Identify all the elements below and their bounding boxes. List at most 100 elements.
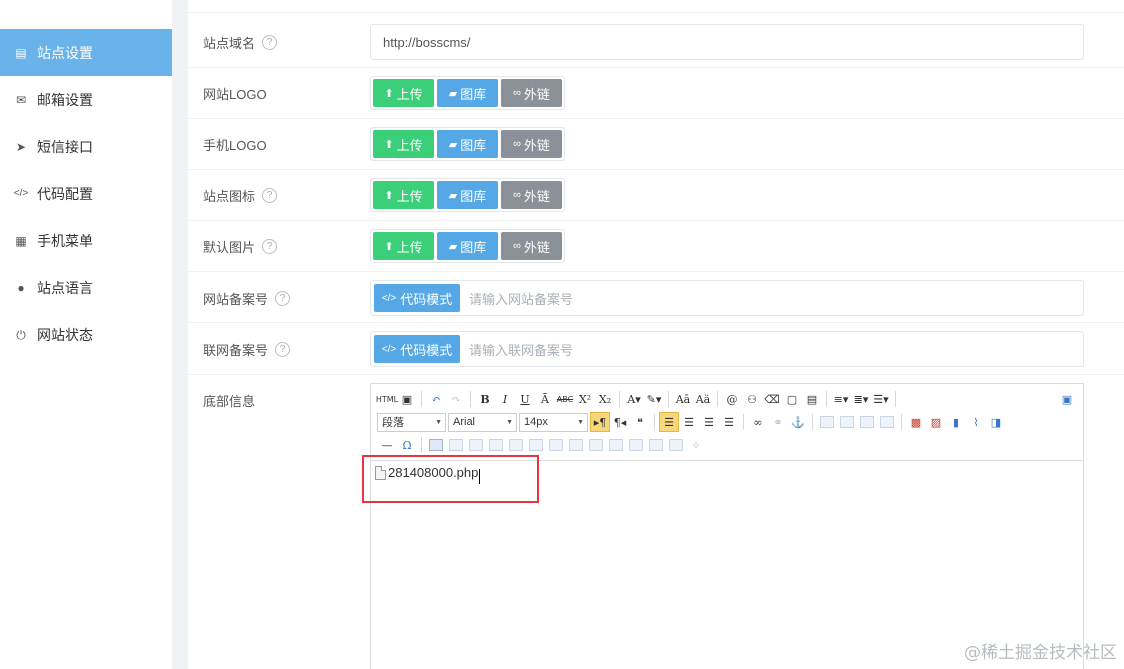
map-icon[interactable]: ◨ [986, 412, 1006, 432]
font-color-icon[interactable]: A▾ [624, 389, 644, 409]
video-icon[interactable]: ▮ [946, 412, 966, 432]
horizontal-rule-icon[interactable]: — [377, 435, 397, 455]
insert-table-icon[interactable] [426, 435, 446, 455]
html-source-icon[interactable]: HTML [376, 389, 398, 409]
line-height-icon[interactable]: ≣▾ [851, 389, 871, 409]
sidebar-item-mobile-menu[interactable]: ▦ 手机菜单 [0, 217, 172, 264]
unlink-icon[interactable]: ⚭ [768, 412, 788, 432]
link-icon[interactable]: ∞ [748, 412, 768, 432]
anchor-icon[interactable]: ⚓ [788, 412, 808, 432]
code-mode-button[interactable]: </> 代码模式 [374, 335, 460, 363]
special-chars-icon[interactable]: Ω [397, 435, 417, 455]
insert-row-icon[interactable] [486, 435, 506, 455]
icp-field[interactable]: </> 代码模式 请输入网站备案号 [370, 280, 1084, 316]
italic-icon[interactable]: I [495, 389, 515, 409]
quote-icon[interactable]: ❝ [630, 412, 650, 432]
gallery-button[interactable]: ▰ 图库 [437, 130, 498, 158]
police-input[interactable]: 请输入联网备案号 [469, 340, 573, 359]
multi-image-icon[interactable]: ▨ [926, 412, 946, 432]
bold-icon[interactable]: B [475, 389, 495, 409]
icp-input[interactable]: 请输入网站备案号 [469, 289, 573, 308]
paste-icon[interactable]: ▤ [802, 389, 822, 409]
help-icon[interactable]: ? [275, 291, 291, 306]
split-rows-icon[interactable] [646, 435, 666, 455]
upload-button[interactable]: ⬆ 上传 [373, 181, 434, 209]
upload-button[interactable]: ⬆ 上传 [373, 130, 434, 158]
image-float-none-icon[interactable] [817, 412, 837, 432]
image-icon[interactable]: ▩ [906, 412, 926, 432]
sidebar-item-site-status[interactable]: ⏻ 网站状态 [0, 311, 172, 358]
font-family-select[interactable]: Arial ▼ [448, 412, 517, 432]
upload-button[interactable]: ⬆ 上传 [373, 232, 434, 260]
external-link-button[interactable]: ∞ 外链 [501, 130, 562, 158]
redo-icon[interactable]: ↷ [446, 389, 466, 409]
paragraph-select[interactable]: 段落 ▼ [377, 412, 446, 432]
fullscreen-icon[interactable]: ▣ [1057, 389, 1077, 409]
help-icon[interactable]: ? [262, 35, 278, 50]
indent-icon[interactable]: ≡▾ [831, 389, 851, 409]
paste-text-icon[interactable]: ▣ [397, 389, 417, 409]
split-cols-icon[interactable] [666, 435, 686, 455]
external-link-button[interactable]: ∞ 外链 [501, 232, 562, 260]
find-replace-icon[interactable]: ⚇ [742, 389, 762, 409]
ltr-direction-icon[interactable]: ▸¶ [590, 412, 610, 432]
highlight-color-icon[interactable]: ✎▾ [644, 389, 664, 409]
eraser-icon[interactable]: ⌫ [762, 389, 782, 409]
code-mode-button[interactable]: </> 代码模式 [374, 284, 460, 312]
domain-input[interactable]: http://bosscms/ [370, 24, 1084, 60]
insert-paragraph-before-table-icon[interactable] [466, 435, 486, 455]
plain-paste-icon[interactable]: ▢ [782, 389, 802, 409]
merge-cells-icon[interactable] [566, 435, 586, 455]
align-center-icon[interactable]: ☰ [679, 412, 699, 432]
undo-icon[interactable]: ↶ [426, 389, 446, 409]
merge-down-icon[interactable] [606, 435, 626, 455]
external-link-button[interactable]: ∞ 外链 [501, 181, 562, 209]
mobile-logo-button-group: ⬆ 上传 ▰ 图库 ∞ 外链 [370, 127, 565, 161]
power-icon: ⏻ [16, 327, 26, 342]
lowercase-icon[interactable]: Aä [693, 389, 713, 409]
folder-open-icon: ▰ [448, 189, 458, 202]
attachment-icon[interactable]: ⌇ [966, 412, 986, 432]
help-icon[interactable]: ? [275, 342, 291, 357]
sidebar-item-email-settings[interactable]: ✉ 邮箱设置 [0, 76, 172, 123]
table-sort-icon[interactable]: ✧ [686, 435, 706, 455]
form-row-default-image: 默认图片 ? ⬆ 上传 ▰ 图库 ∞ 外链 [188, 221, 1124, 272]
image-center-icon[interactable] [877, 412, 897, 432]
subscript-icon[interactable]: X₂ [595, 389, 615, 409]
gallery-button[interactable]: ▰ 图库 [437, 232, 498, 260]
align-right-icon[interactable]: ☰ [699, 412, 719, 432]
paragraph-spacing-icon[interactable]: ☰▾ [871, 389, 891, 409]
underline-icon[interactable]: U [515, 389, 535, 409]
align-justify-icon[interactable]: ☰ [719, 412, 739, 432]
font-size-select[interactable]: 14px ▼ [519, 412, 588, 432]
uppercase-icon[interactable]: Aā [673, 389, 693, 409]
gallery-button[interactable]: ▰ 图库 [437, 79, 498, 107]
strikethrough-icon[interactable]: ABC [555, 389, 575, 409]
email-icon[interactable]: @ [722, 389, 742, 409]
image-float-right-icon[interactable] [857, 412, 877, 432]
split-cells-icon[interactable] [626, 435, 646, 455]
font-border-icon[interactable]: Ā [535, 389, 555, 409]
logo-button-group: ⬆ 上传 ▰ 图库 ∞ 外链 [370, 76, 565, 110]
merge-right-icon[interactable] [586, 435, 606, 455]
logo-label: 网站LOGO [203, 87, 267, 102]
superscript-icon[interactable]: X² [575, 389, 595, 409]
help-icon[interactable]: ? [262, 239, 278, 254]
delete-table-icon[interactable] [446, 435, 466, 455]
police-field[interactable]: </> 代码模式 请输入联网备案号 [370, 331, 1084, 367]
sidebar-item-site-language[interactable]: ● 站点语言 [0, 264, 172, 311]
upload-button[interactable]: ⬆ 上传 [373, 79, 434, 107]
editor-toolbar: HTML ▣ ↶ ↷ B I U Ā ABC X² X₂ A▾ ✎▾ Aā Aä [371, 384, 1083, 461]
image-float-left-icon[interactable] [837, 412, 857, 432]
insert-col-icon[interactable] [526, 435, 546, 455]
sidebar-item-sms-interface[interactable]: ➤ 短信接口 [0, 123, 172, 170]
delete-col-icon[interactable] [546, 435, 566, 455]
align-left-icon[interactable]: ☰ [659, 412, 679, 432]
delete-row-icon[interactable] [506, 435, 526, 455]
gallery-button[interactable]: ▰ 图库 [437, 181, 498, 209]
help-icon[interactable]: ? [262, 188, 278, 203]
external-link-button[interactable]: ∞ 外链 [501, 79, 562, 107]
sidebar-item-site-settings[interactable]: ▤ 站点设置 [0, 29, 172, 76]
sidebar-item-code-config[interactable]: </> 代码配置 [0, 170, 172, 217]
rtl-direction-icon[interactable]: ¶◂ [610, 412, 630, 432]
